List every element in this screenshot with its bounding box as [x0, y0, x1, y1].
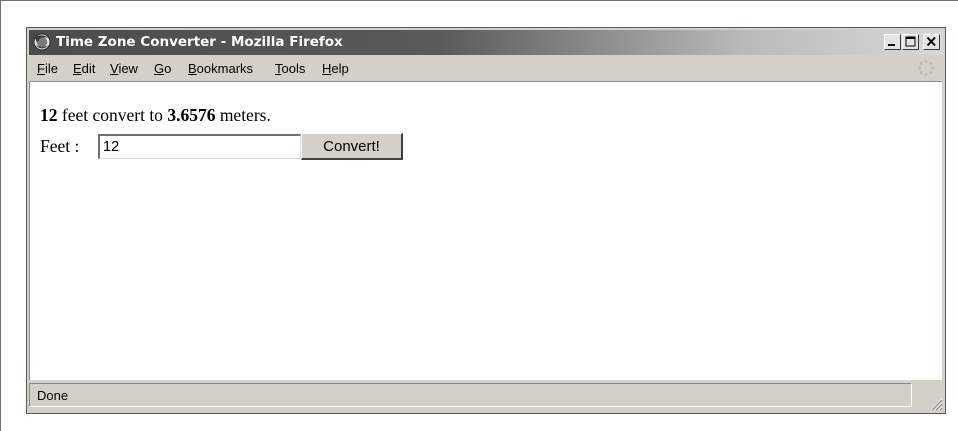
- menu-edit[interactable]: Edit: [73, 61, 95, 76]
- menu-edit-label: dit: [81, 61, 96, 76]
- menu-view-label: iew: [118, 61, 138, 76]
- page-content: 12 feet convert to 3.6576 meters. Feet :…: [29, 81, 942, 380]
- close-icon: [926, 36, 936, 47]
- menu-help-label: elp: [331, 61, 349, 76]
- menu-view[interactable]: View: [110, 61, 138, 76]
- menu-tools-label: ools: [281, 61, 306, 76]
- maximize-button[interactable]: [902, 34, 919, 50]
- status-text: Done: [37, 388, 69, 403]
- minimize-button[interactable]: [884, 34, 901, 50]
- menu-bookmarks[interactable]: Bookmarks: [188, 61, 253, 76]
- feet-input[interactable]: [98, 134, 301, 159]
- menu-file[interactable]: File: [37, 61, 58, 76]
- status-bar: Done: [29, 381, 943, 411]
- convert-button[interactable]: Convert!: [301, 133, 403, 160]
- result-meters-value: 3.6576: [167, 105, 216, 125]
- window-title: Time Zone Converter - Mozilla Firefox: [56, 34, 343, 50]
- firefox-icon: [33, 33, 51, 51]
- menu-go[interactable]: Go: [154, 61, 171, 76]
- feet-label: Feet :: [40, 136, 80, 156]
- close-button[interactable]: [923, 34, 940, 50]
- result-middle-text: feet convert to: [57, 105, 168, 125]
- page-frame-top: [0, 0, 958, 1]
- menu-bookmarks-label: ookmarks: [196, 61, 254, 76]
- menu-help[interactable]: Help: [322, 61, 349, 76]
- result-tail-text: meters.: [215, 105, 271, 125]
- menu-tools[interactable]: Tools: [275, 61, 305, 76]
- resize-grip-icon[interactable]: [927, 395, 943, 411]
- minimize-icon: [888, 44, 895, 46]
- menu-file-label: ile: [44, 61, 58, 76]
- page-frame-left: [0, 0, 1, 431]
- conversion-result: 12 feet convert to 3.6576 meters.: [40, 105, 271, 126]
- status-panel: Done: [29, 383, 912, 407]
- content-right-edge: [942, 81, 945, 380]
- menu-bar: File Edit View Go Bookmarks Tools Help: [29, 56, 943, 80]
- menu-go-label: o: [164, 61, 172, 76]
- maximize-icon: [905, 36, 916, 47]
- result-feet-value: 12: [40, 105, 58, 125]
- throbber-icon: [917, 59, 935, 77]
- browser-window: Time Zone Converter - Mozilla Firefox Fi…: [26, 27, 946, 414]
- title-bar[interactable]: Time Zone Converter - Mozilla Firefox: [29, 30, 943, 55]
